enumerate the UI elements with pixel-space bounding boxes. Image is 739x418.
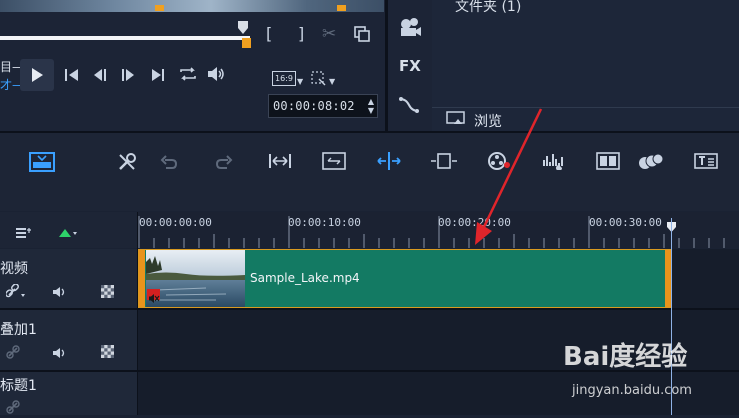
volume-icon[interactable] (206, 66, 226, 86)
link-icon[interactable] (6, 344, 20, 363)
clip-left-handle[interactable] (139, 250, 145, 307)
track-visibility-icon[interactable] (101, 283, 114, 302)
annotation-arrow (475, 108, 543, 245)
track-name: 叠加1 (0, 322, 37, 338)
fit-timeline-icon[interactable] (268, 153, 292, 173)
watermark-logo: Bai度经验 (563, 332, 733, 376)
track-name: 视频 (0, 261, 28, 277)
title-editor-icon[interactable] (694, 153, 718, 173)
previous-frame-icon[interactable] (93, 67, 109, 86)
top-panel: [ ] ✂ 目— 才— 16:9 ▼ ▼ 00:00:08:02 ▲ ▼ FX … (0, 0, 739, 131)
tools-icon[interactable] (117, 152, 137, 176)
timeline-toolbar (0, 133, 739, 211)
transition-icon[interactable] (398, 96, 420, 118)
go-to-end-icon[interactable] (150, 67, 166, 86)
timecode-field[interactable]: 00:00:08:02 ▲ ▼ (268, 94, 378, 118)
link-icon[interactable] (6, 399, 20, 418)
timecode-stepper[interactable]: ▲ ▼ (368, 97, 374, 115)
aspect-ratio-button[interactable]: 16:9 (272, 71, 296, 86)
media-icon[interactable] (398, 16, 422, 42)
multicam-icon[interactable] (638, 152, 664, 174)
trim-icon[interactable] (430, 152, 458, 174)
timecode-value: 00:00:08:02 (273, 99, 355, 113)
timeline-ruler[interactable]: 00:00:00:00 00:00:10:00 00:00:20:00 00:0… (138, 212, 739, 248)
clip-thumbnail (146, 250, 245, 307)
split-icon[interactable] (376, 152, 402, 174)
track-name: 标题1 (0, 378, 37, 394)
track-manager-icon[interactable] (15, 224, 33, 243)
watermark-url: jingyan.baidu.com (572, 383, 692, 398)
browse-icon[interactable] (446, 111, 466, 131)
track-controls-header (0, 212, 137, 248)
clip-filename: Sample_Lake.mp4 (250, 271, 360, 285)
mark-in-icon[interactable]: [ (266, 26, 272, 42)
aspect-dropdown-icon[interactable]: ▼ (297, 78, 303, 86)
crop-tool-icon[interactable] (310, 70, 326, 90)
scissors-icon[interactable]: ✂ (322, 26, 336, 43)
repeat-icon[interactable] (178, 66, 198, 86)
ruler-tick-label: 00:00:10:00 (288, 216, 361, 229)
track-audio-icon[interactable] (52, 344, 68, 363)
undo-icon[interactable] (160, 154, 178, 174)
video-track-header: 视频 (0, 249, 137, 308)
scrubber-handle[interactable] (237, 20, 249, 36)
redo-icon[interactable] (215, 154, 233, 174)
title-track-header: 标题1 (0, 372, 137, 415)
storyboard-icon[interactable] (596, 152, 620, 174)
next-frame-icon[interactable] (120, 67, 136, 86)
timeline-view-icon[interactable] (29, 151, 55, 177)
copy-frame-icon[interactable] (354, 26, 370, 46)
add-marker-icon[interactable] (58, 224, 78, 243)
ripple-edit-icon[interactable] (322, 152, 346, 174)
preview-mark-left (155, 5, 164, 11)
watermark-brand: Bai度经验 (563, 342, 688, 372)
crop-dropdown-icon[interactable]: ▼ (329, 78, 335, 86)
track-header-separator (137, 212, 138, 415)
scrubber-end-marker (242, 38, 251, 48)
video-clip[interactable]: Sample_Lake.mp4 (138, 249, 672, 308)
overlay-track-header: 叠加1 (0, 310, 137, 370)
preview-video-strip (0, 0, 384, 12)
fx-icon[interactable]: FX (399, 57, 421, 75)
ruler-tick-label: 00:00:00:00 (139, 216, 212, 229)
track-audio-icon[interactable] (52, 283, 68, 302)
mute-indicator-icon (147, 289, 160, 303)
link-icon[interactable] (5, 283, 26, 302)
mark-out-icon[interactable]: ] (298, 26, 304, 42)
folder-label[interactable]: 文件夹 (1) (455, 0, 521, 16)
play-button[interactable] (20, 59, 54, 91)
go-to-start-icon[interactable] (64, 67, 80, 86)
track-visibility-icon[interactable] (101, 343, 114, 362)
preview-mark-right (337, 5, 346, 11)
ruler-tick-label: 00:00:30:00 (589, 216, 662, 229)
panel-divider (385, 0, 388, 131)
scrubber-track[interactable] (0, 36, 250, 40)
